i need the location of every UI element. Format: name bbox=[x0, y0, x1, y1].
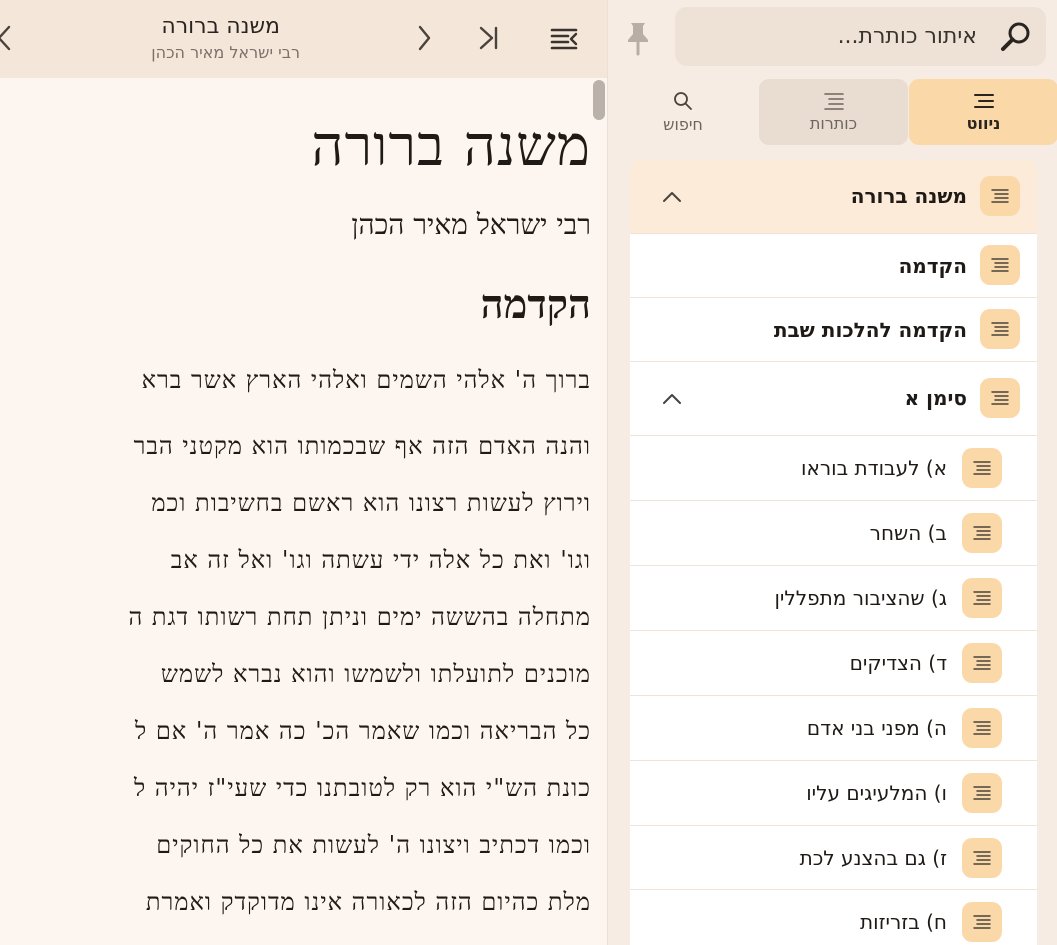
tree-subitem-label: ח) בזריזות bbox=[860, 910, 947, 934]
go-to-start-button[interactable] bbox=[470, 20, 506, 56]
toggle-sidebar-button[interactable] bbox=[546, 20, 582, 56]
book-author: רבי ישראל מאיר הכהן bbox=[351, 208, 591, 241]
list-icon bbox=[962, 838, 1002, 878]
section-title: הקדמה bbox=[480, 281, 591, 328]
list-icon bbox=[980, 309, 1020, 349]
tab-search[interactable]: חיפוש bbox=[608, 79, 758, 145]
text-line: וכמו דכתיב ויצונו ה' לעשות את כל החוקים bbox=[156, 831, 591, 859]
tree-subitem[interactable]: ג) שהציבור מתפללין bbox=[630, 566, 1037, 631]
list-icon bbox=[962, 643, 1002, 683]
tree-subitem-label: ז) גם בהצנע לכת bbox=[799, 846, 947, 870]
text-line: כל הבריאה וכמו שאמר הכ' כה אמר ה' אם ל bbox=[134, 717, 591, 745]
text-line: מתחלה בהששה ימים וניתן תחת רשותו דגת ה bbox=[128, 603, 591, 631]
chevron-right-icon bbox=[418, 25, 431, 51]
text-line: והנה האדם הזה אף שבכמותו הוא מקטני הבר bbox=[133, 432, 591, 460]
list-icon bbox=[962, 902, 1002, 942]
chevron-up-icon[interactable] bbox=[660, 185, 684, 209]
tree-subitem-label: ב) השחר bbox=[869, 521, 947, 545]
list-icon bbox=[962, 708, 1002, 748]
tab-navigation[interactable]: ניווט bbox=[909, 79, 1057, 145]
text-line: וגו' ואת כל אלה ידי עשתה וגו' ואל זה אב bbox=[170, 546, 591, 574]
toc-collapse-icon bbox=[550, 28, 578, 50]
text-line: מוכנים לתועלתו ולשמשו והוא נברא לשמש bbox=[160, 660, 591, 688]
tree-subitem-label: א) לעבודת בוראו bbox=[801, 456, 947, 480]
chevron-up-icon[interactable] bbox=[660, 387, 684, 411]
reader-scrollbar[interactable] bbox=[593, 80, 605, 120]
reader-content: משנה ברורה רבי ישראל מאיר הכהן הקדמה ברו… bbox=[0, 78, 607, 945]
tree-subitem[interactable]: ב) השחר bbox=[630, 501, 1037, 566]
tree-subitem-label: ה) מפני בני אדם bbox=[806, 716, 947, 740]
sidebar: ניווט כותרות חיפוש משנה ברורה הקדמה bbox=[607, 0, 1057, 945]
tree-item-label: סימן א bbox=[904, 386, 967, 410]
text-line: כונת הש"י הוא רק לטובתנו כדי שעי"ז יהיה … bbox=[133, 774, 591, 802]
list-icon bbox=[962, 578, 1002, 618]
search-icon bbox=[674, 91, 692, 110]
tree-subitem-label: ג) שהציבור מתפללין bbox=[774, 586, 947, 610]
heading-search-input[interactable] bbox=[687, 7, 977, 66]
navigation-tree: משנה ברורה הקדמה הקדמה להלכות שבת סימן א bbox=[630, 160, 1037, 945]
reader-header: משנה ברורה רבי ישראל מאיר הכהן bbox=[0, 0, 607, 78]
tree-item-hakdama[interactable]: הקדמה bbox=[630, 234, 1037, 298]
tab-search-label: חיפוש bbox=[663, 114, 703, 134]
menu-lines-icon bbox=[973, 93, 994, 108]
list-icon bbox=[980, 378, 1020, 418]
tree-subitem[interactable]: ה) מפני בני אדם bbox=[630, 696, 1037, 761]
tree-item-label: הקדמה bbox=[898, 254, 967, 278]
header-book-title: משנה ברורה bbox=[161, 14, 280, 39]
tree-subitem[interactable]: א) לעבודת בוראו bbox=[630, 436, 1037, 501]
previous-button[interactable] bbox=[406, 20, 442, 56]
tree-item-mishna-berura[interactable]: משנה ברורה bbox=[630, 160, 1037, 234]
reader-pane: משנה ברורה רבי ישראל מאיר הכהן משנה ברור… bbox=[0, 0, 607, 945]
list-icon bbox=[823, 92, 844, 110]
text-line: מלת כהיום הזה לכאורה אינו מדוקדק ואמרת bbox=[145, 888, 591, 916]
book-title: משנה ברורה bbox=[311, 114, 591, 179]
list-icon bbox=[980, 245, 1020, 285]
header-author: רבי ישראל מאיר הכהן bbox=[151, 43, 300, 62]
tree-subitem[interactable]: ח) בזריזות bbox=[630, 890, 1037, 945]
text-line: וירוץ לעשות רצונו הוא ראשם בחשיבות וכמ bbox=[151, 489, 591, 517]
tab-navigation-label: ניווט bbox=[966, 113, 1001, 133]
tree-subitem[interactable]: ד) הצדיקים bbox=[630, 631, 1037, 696]
search-icon bbox=[1001, 22, 1030, 51]
tree-subitem[interactable]: ו) המלעיגים עליו bbox=[630, 761, 1037, 826]
skip-to-start-icon bbox=[479, 26, 498, 50]
list-icon bbox=[980, 176, 1020, 216]
tab-headings-label: כותרות bbox=[809, 113, 858, 133]
heading-search-box bbox=[675, 7, 1046, 66]
tree-item-label: משנה ברורה bbox=[850, 184, 967, 208]
pin-icon[interactable] bbox=[623, 20, 653, 56]
list-icon bbox=[962, 773, 1002, 813]
tree-item-siman-1[interactable]: סימן א bbox=[630, 362, 1037, 436]
tab-headings[interactable]: כותרות bbox=[759, 79, 908, 145]
tree-subitem[interactable]: ז) גם בהצנע לכת bbox=[630, 826, 1037, 890]
tree-subitem-label: ו) המלעיגים עליו bbox=[806, 781, 947, 805]
tree-item-hakdama-shabbat[interactable]: הקדמה להלכות שבת bbox=[630, 298, 1037, 362]
chevron-left-icon bbox=[0, 25, 11, 51]
list-icon bbox=[962, 513, 1002, 553]
next-chapter-button[interactable] bbox=[0, 20, 22, 56]
list-icon bbox=[962, 448, 1002, 488]
text-line: ברוך ה' אלהי השמים ואלהי הארץ אשר ברא bbox=[141, 366, 591, 394]
tree-subitem-label: ד) הצדיקים bbox=[849, 651, 947, 675]
tree-item-label: הקדמה להלכות שבת bbox=[773, 318, 967, 342]
